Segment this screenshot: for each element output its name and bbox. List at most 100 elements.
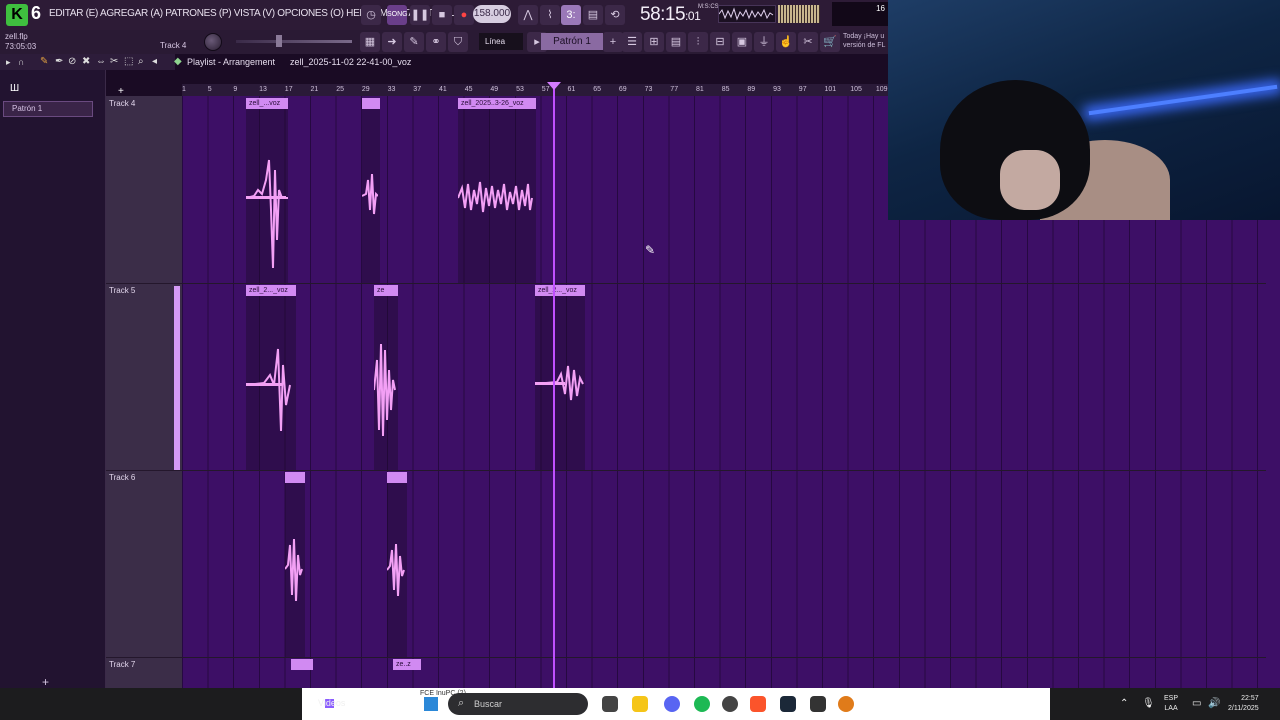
ruler-tick: 29 xyxy=(361,86,370,93)
pause-icon[interactable]: ❚❚ xyxy=(410,5,430,25)
microphone-icon[interactable]: 🎙 xyxy=(1142,698,1155,709)
paint-icon[interactable]: ✒ xyxy=(55,56,63,67)
track-headers xyxy=(106,96,182,688)
master-pitch-slider[interactable] xyxy=(236,40,352,43)
pattern-picker-icon[interactable]: Ш xyxy=(10,83,19,94)
stamp-icon[interactable]: ⛉ xyxy=(448,32,468,52)
ruler-tick: 5 xyxy=(207,86,212,93)
tray-chevron-icon[interactable]: ⌃ xyxy=(1120,698,1128,709)
playhead-marker-icon[interactable] xyxy=(547,82,561,90)
add-button[interactable]: + xyxy=(42,675,49,689)
piano-roll-icon[interactable]: ▤ xyxy=(666,32,686,52)
ruler-tick: 73 xyxy=(644,86,653,93)
clip-label[interactable] xyxy=(285,472,305,483)
waveform xyxy=(374,343,396,437)
browser-panel xyxy=(0,54,106,688)
channel-rack-icon[interactable]: ⊞ xyxy=(644,32,664,52)
delete-icon[interactable]: ⊘ xyxy=(68,56,76,67)
steam-icon[interactable] xyxy=(780,696,796,712)
volume-icon[interactable]: 🔊 xyxy=(1208,698,1220,709)
browser-icon[interactable]: ⊟ xyxy=(710,32,730,52)
ruler-tick: 93 xyxy=(773,86,781,93)
record-icon[interactable]: ● xyxy=(454,5,474,25)
track-name[interactable]: Track 7 xyxy=(109,660,135,669)
cart-icon[interactable]: 🛒 xyxy=(820,32,840,52)
tools-icon[interactable]: ✂ xyxy=(798,32,818,52)
clip-label[interactable]: zell_2..._voz xyxy=(246,285,296,296)
touch-icon[interactable]: ☝ xyxy=(776,32,796,52)
webcam-person-face xyxy=(1000,150,1060,210)
network-icon[interactable]: ▭ xyxy=(1192,698,1201,709)
brush-icon[interactable]: ✎ xyxy=(404,32,424,52)
task-view-icon[interactable] xyxy=(602,696,618,712)
ruler-tick: 85 xyxy=(721,86,730,93)
clip-label[interactable]: ze..z xyxy=(393,659,421,670)
windows-start-icon[interactable] xyxy=(424,697,438,711)
hint-bar: Track 4 xyxy=(160,41,187,50)
snap-selector[interactable]: Línea xyxy=(479,33,523,50)
obs-icon[interactable] xyxy=(722,696,738,712)
videos-label[interactable]: Videos xyxy=(318,698,345,708)
track-name[interactable]: Track 6 xyxy=(109,473,135,482)
fl-studio-taskbar-icon[interactable] xyxy=(838,696,854,712)
play-icon[interactable]: ▸ xyxy=(6,57,11,68)
track-divider xyxy=(106,283,1266,284)
clip-label[interactable] xyxy=(362,98,380,109)
tempo-display[interactable]: 158.000 xyxy=(473,5,511,23)
track-name[interactable]: Track 5 xyxy=(109,286,135,295)
mixer-icon[interactable]: ⫶ xyxy=(688,32,708,52)
step-edit-icon[interactable]: ▤ xyxy=(583,5,603,25)
track-name[interactable]: Track 4 xyxy=(109,99,135,108)
mute-icon[interactable]: ✖ xyxy=(82,56,90,67)
link-icon[interactable]: ⚭ xyxy=(426,32,446,52)
waveform xyxy=(285,538,303,602)
language-indicator[interactable]: ESP LAA xyxy=(1164,694,1178,714)
brave-icon[interactable] xyxy=(750,696,766,712)
clip-label[interactable]: ze xyxy=(374,285,398,296)
pattern-list-item[interactable]: Patrón 1 xyxy=(3,101,93,117)
pattern-song-toggle[interactable]: SONG xyxy=(387,5,408,25)
slip-icon[interactable]: ⇔ xyxy=(96,56,106,67)
clip-label[interactable]: zell_...voz xyxy=(246,98,288,109)
system-clock[interactable]: 22:57 2/11/2025 xyxy=(1228,694,1259,714)
clipboard-icon[interactable]: ▣ xyxy=(732,32,752,52)
playlist-icon[interactable]: ☰ xyxy=(622,32,642,52)
wait-input-icon[interactable]: ⌇ xyxy=(540,5,560,25)
master-volume-knob[interactable] xyxy=(204,33,222,51)
clip-label[interactable]: zell_2..._voz xyxy=(535,285,585,296)
slider-thumb[interactable] xyxy=(276,35,282,47)
magnet-icon[interactable]: ∩ xyxy=(18,57,24,67)
discord-icon[interactable] xyxy=(664,696,680,712)
zoom-icon[interactable]: ⌕ xyxy=(138,56,144,67)
loop-record-icon[interactable]: ⟲ xyxy=(605,5,625,25)
stop-icon[interactable]: ■ xyxy=(432,5,452,25)
plug-icon[interactable]: ⏚ xyxy=(754,32,774,52)
search-input[interactable] xyxy=(448,693,588,715)
ruler-tick: 1 xyxy=(182,86,186,93)
playhead[interactable] xyxy=(553,84,555,688)
slice-icon[interactable]: ✂ xyxy=(110,56,118,67)
keyboard-icon[interactable]: ▦ xyxy=(360,32,380,52)
ruler-tick: 33 xyxy=(387,86,396,93)
spotify-icon[interactable] xyxy=(694,696,710,712)
news-panel[interactable]: Today ¡Hay u versión de FL xyxy=(843,32,888,50)
playback-icon[interactable]: ◂ xyxy=(152,56,157,67)
pencil-icon[interactable]: ✎ xyxy=(40,56,48,67)
clip-label[interactable] xyxy=(291,659,313,670)
select-icon[interactable]: ⬚ xyxy=(124,56,133,67)
ruler-tick: 61 xyxy=(567,86,576,93)
file-explorer-icon[interactable] xyxy=(632,696,648,712)
record-mode-icon[interactable]: ◷ xyxy=(361,5,381,25)
waveform xyxy=(535,365,584,401)
countdown-icon[interactable]: 3: xyxy=(561,5,581,25)
clip-label[interactable]: zell_2025..3-26_voz xyxy=(458,98,536,109)
app-icon[interactable] xyxy=(810,696,826,712)
add-pattern-icon[interactable]: + xyxy=(603,32,623,52)
metronome-icon[interactable]: ⋀ xyxy=(518,5,538,25)
breadcrumb[interactable]: zell_2025-11-02 22-41-00_voz xyxy=(290,57,411,67)
search-placeholder: Buscar xyxy=(474,699,503,709)
ruler-tick: 37 xyxy=(413,86,422,93)
clip-label[interactable] xyxy=(387,472,407,483)
arrow-right-icon[interactable]: ➜ xyxy=(382,32,402,52)
pattern-selector[interactable]: Patrón 1 xyxy=(541,33,603,50)
